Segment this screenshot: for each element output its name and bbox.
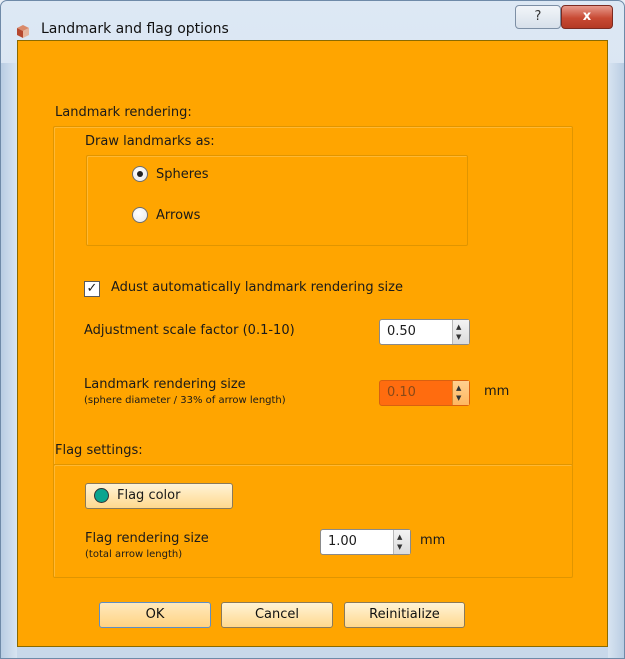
flag-size-value[interactable]: 1.00: [328, 534, 357, 549]
app-icon: [17, 25, 29, 38]
flag-settings-group: [53, 464, 573, 578]
landmark-size-spinbox: 0.10 ▲ ▼: [379, 380, 470, 406]
scale-factor-label: Adjustment scale factor (0.1-10): [84, 323, 295, 338]
scale-factor-value[interactable]: 0.50: [387, 324, 416, 339]
draw-landmarks-heading: Draw landmarks as:: [85, 134, 215, 149]
flag-color-button[interactable]: Flag color: [85, 483, 233, 509]
flag-color-label[interactable]: Flag color: [117, 488, 180, 503]
spin-up-icon: ▲: [456, 384, 462, 392]
landmark-size-label: Landmark rendering size: [84, 377, 246, 392]
radio-spheres-label[interactable]: Spheres: [156, 167, 209, 182]
spin-down-icon: ▼: [456, 394, 462, 402]
spin-up-icon[interactable]: ▲: [397, 533, 402, 541]
cancel-button[interactable]: Cancel: [221, 602, 333, 628]
radio-arrows[interactable]: [132, 207, 148, 223]
reinitialize-button[interactable]: Reinitialize: [344, 602, 465, 628]
flag-size-label: Flag rendering size: [85, 531, 209, 546]
flag-size-spinbox[interactable]: 1.00 ▲ ▼: [320, 529, 411, 555]
spin-down-icon[interactable]: ▼: [456, 333, 461, 341]
radio-arrows-label[interactable]: Arrows: [156, 208, 200, 223]
ok-button[interactable]: OK: [99, 602, 211, 628]
spin-down-icon[interactable]: ▼: [397, 543, 402, 551]
auto-adjust-checkbox[interactable]: ✓: [84, 281, 100, 297]
landmark-size-unit: mm: [484, 384, 510, 399]
flag-color-swatch-icon: [94, 488, 109, 503]
spin-up-icon[interactable]: ▲: [456, 323, 461, 331]
window-frame-right: [608, 63, 624, 658]
auto-adjust-label[interactable]: Adust automatically landmark rendering s…: [111, 280, 403, 295]
scale-factor-spinbox[interactable]: 0.50 ▲ ▼: [379, 319, 470, 345]
dialog-window: Landmark and flag options ? x Landmark r…: [0, 0, 625, 659]
window-frame-left: [1, 63, 17, 658]
scale-factor-spin-arrows[interactable]: ▲ ▼: [452, 320, 469, 344]
flag-size-unit: mm: [420, 533, 446, 548]
landmark-size-sublabel: (sphere diameter / 33% of arrow length): [84, 395, 286, 406]
landmark-rendering-heading: Landmark rendering:: [55, 105, 192, 120]
help-button[interactable]: ?: [515, 5, 561, 29]
flag-settings-heading: Flag settings:: [55, 443, 143, 458]
flag-size-spin-arrows[interactable]: ▲ ▼: [393, 530, 410, 554]
landmark-size-value: 0.10: [387, 385, 416, 400]
window-title: Landmark and flag options: [41, 21, 229, 37]
landmark-size-spin-arrows: ▲ ▼: [452, 381, 469, 405]
flag-size-sublabel: (total arrow length): [85, 549, 183, 560]
close-button[interactable]: x: [561, 5, 613, 29]
dialog-content: Landmark rendering: Draw landmarks as: S…: [17, 40, 608, 647]
radio-spheres[interactable]: [132, 166, 148, 182]
